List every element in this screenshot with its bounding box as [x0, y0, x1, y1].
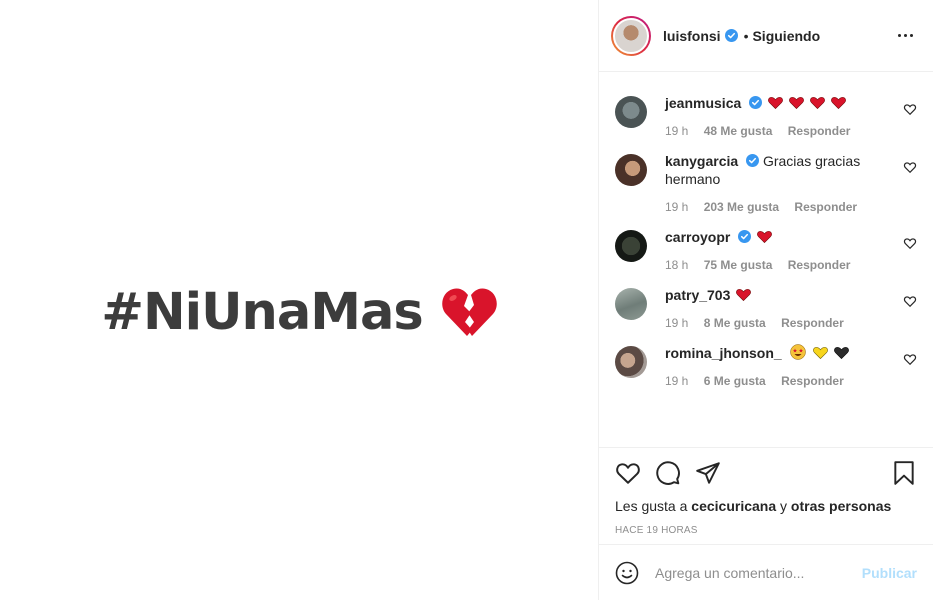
following-button[interactable]: Siguiendo — [752, 28, 820, 44]
broken-heart-icon — [442, 288, 497, 336]
comment-item: patry_703 19 h 8 Me gusta Responder — [615, 286, 917, 330]
comment-likes[interactable]: 8 Me gusta — [704, 316, 766, 330]
post-timestamp[interactable]: HACE 19 HORAS — [615, 525, 917, 536]
red-heart-emoji-icon — [757, 231, 772, 244]
verified-badge-icon — [749, 96, 763, 109]
emoji-picker-icon[interactable] — [615, 561, 639, 585]
red-heart-emoji-icon — [830, 97, 846, 110]
post-header: luisfonsi • Siguiendo — [599, 0, 933, 72]
reply-button[interactable]: Responder — [788, 124, 851, 138]
commenter-username[interactable]: kanygarcia — [665, 153, 738, 169]
yellow-heart-emoji-icon — [813, 347, 829, 360]
commenter-username[interactable]: romina_jhonson_ — [665, 345, 782, 361]
media-content: #NiUnaMas — [101, 283, 497, 342]
commenter-avatar[interactable] — [615, 230, 647, 262]
red-heart-emoji-icon — [809, 97, 825, 110]
more-options-icon[interactable] — [893, 24, 917, 48]
commenter-username[interactable]: patry_703 — [665, 287, 730, 303]
commenter-username[interactable]: carroyopr — [665, 229, 730, 245]
comment-input[interactable] — [655, 564, 862, 581]
red-heart-emoji-icon — [789, 97, 804, 110]
likes-prefix: Les gusta a — [615, 498, 688, 514]
comment-like-heart-icon[interactable] — [903, 102, 917, 116]
bookmark-icon[interactable] — [891, 460, 917, 486]
instagram-post: #NiUnaMas luisfonsi • Siguiendo jeanmusi… — [0, 0, 933, 600]
commenter-username[interactable]: jeanmusica — [665, 95, 741, 111]
reply-button[interactable]: Responder — [788, 258, 851, 272]
comment-time[interactable]: 19 h — [665, 124, 688, 138]
comment-time[interactable]: 19 h — [665, 316, 688, 330]
verified-badge-icon — [738, 230, 752, 243]
share-paper-plane-icon[interactable] — [695, 460, 721, 486]
commenter-avatar[interactable] — [615, 346, 647, 378]
liker-username[interactable]: cecicuricana — [691, 498, 776, 514]
commenter-avatar[interactable] — [615, 154, 647, 186]
post-media[interactable]: #NiUnaMas — [0, 0, 598, 600]
comment-likes[interactable]: 75 Me gusta — [704, 258, 773, 272]
comment-body: jeanmusica 19 h 48 Me gusta Responder — [665, 94, 917, 138]
comment-likes[interactable]: 48 Me gusta — [704, 124, 773, 138]
comment-text: carroyopr — [665, 228, 887, 246]
action-buttons — [615, 458, 917, 488]
hashtag-text: #NiUnaMas — [101, 282, 424, 342]
reply-button[interactable]: Responder — [794, 200, 857, 214]
publish-button[interactable]: Publicar — [862, 565, 917, 581]
comment-body: kanygarcia Gracias gracias hermano 19 h … — [665, 152, 917, 214]
comment-item: kanygarcia Gracias gracias hermano 19 h … — [615, 152, 917, 214]
add-comment-bar: Publicar — [599, 544, 933, 600]
comment-body: patry_703 19 h 8 Me gusta Responder — [665, 286, 917, 330]
author-avatar[interactable] — [611, 15, 651, 56]
comment-meta: 19 h 6 Me gusta Responder — [665, 374, 887, 388]
header-separator: • — [743, 27, 749, 44]
verified-badge-icon — [724, 29, 738, 42]
comment-like-heart-icon[interactable] — [903, 294, 917, 308]
author-username[interactable]: luisfonsi — [663, 28, 721, 44]
comment-like-heart-icon[interactable] — [903, 236, 917, 250]
likes-conjunction: y — [780, 498, 788, 514]
comment-text: jeanmusica — [665, 94, 887, 112]
red-heart-emoji-icon — [768, 97, 783, 110]
comment-text: romina_jhonson_ — [665, 344, 887, 362]
black-heart-emoji-icon — [834, 347, 850, 360]
comment-meta: 19 h 203 Me gusta Responder — [665, 200, 887, 214]
verified-badge-icon — [746, 154, 760, 167]
comment-meta: 19 h 8 Me gusta Responder — [665, 316, 887, 330]
commenter-avatar[interactable] — [615, 288, 647, 320]
comment-like-heart-icon[interactable] — [903, 352, 917, 366]
comment-meta: 18 h 75 Me gusta Responder — [665, 258, 887, 272]
like-heart-icon[interactable] — [615, 460, 641, 486]
reply-button[interactable]: Responder — [781, 316, 844, 330]
comment-time[interactable]: 19 h — [665, 374, 688, 388]
comment-item: jeanmusica 19 h 48 Me gusta Responder — [615, 94, 917, 138]
comment-time[interactable]: 18 h — [665, 258, 688, 272]
comment-likes[interactable]: 203 Me gusta — [704, 200, 779, 214]
comment-time[interactable]: 19 h — [665, 200, 688, 214]
comment-item: romina_jhonson_ 19 h 6 Me gusta Responde… — [615, 344, 917, 388]
comment-like-heart-icon[interactable] — [903, 160, 917, 174]
post-side-panel: luisfonsi • Siguiendo jeanmusica 19 h 48… — [598, 0, 933, 600]
comment-body: romina_jhonson_ 19 h 6 Me gusta Responde… — [665, 344, 917, 388]
comment-item: carroyopr 18 h 75 Me gusta Responder — [615, 228, 917, 272]
comment-likes[interactable]: 6 Me gusta — [704, 374, 766, 388]
comment-meta: 19 h 48 Me gusta Responder — [665, 124, 887, 138]
comment-text: kanygarcia Gracias gracias hermano — [665, 152, 887, 188]
comments-list[interactable]: jeanmusica 19 h 48 Me gusta Responder ka… — [599, 72, 933, 447]
likes-summary: Les gusta a cecicuricana y otras persona… — [615, 498, 917, 514]
comment-bubble-icon[interactable] — [655, 460, 681, 486]
comment-text: patry_703 — [665, 286, 887, 304]
post-actions: Les gusta a cecicuricana y otras persona… — [599, 447, 933, 544]
star-struck-emoji-icon — [789, 344, 806, 360]
other-likers-link[interactable]: otras personas — [791, 498, 891, 514]
red-heart-emoji-icon — [736, 289, 752, 302]
reply-button[interactable]: Responder — [781, 374, 844, 388]
comment-body: carroyopr 18 h 75 Me gusta Responder — [665, 228, 917, 272]
commenter-avatar[interactable] — [615, 96, 647, 128]
